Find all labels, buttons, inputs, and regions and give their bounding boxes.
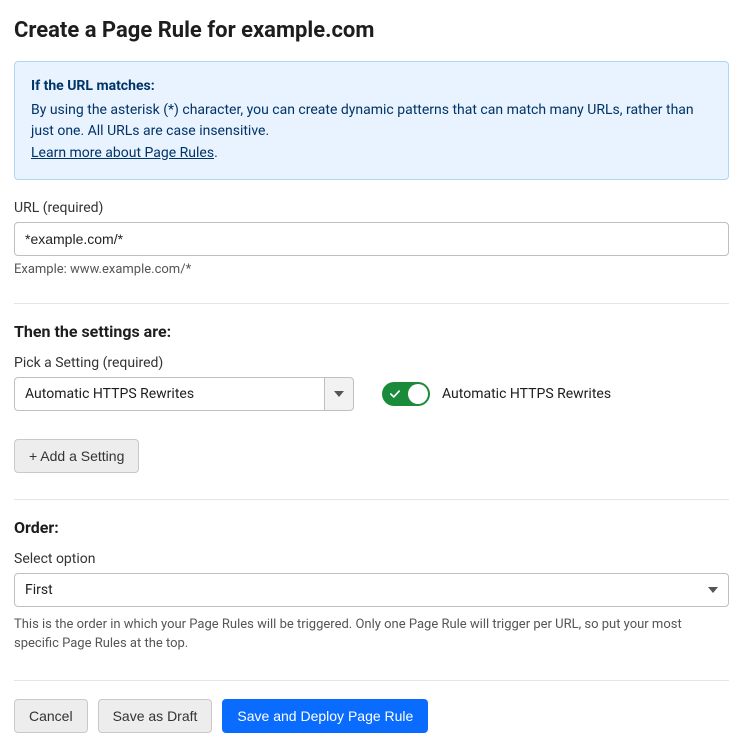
divider: [14, 303, 729, 304]
order-select-label: Select option: [14, 551, 729, 567]
info-suffix: .: [214, 145, 218, 161]
url-label: URL (required): [14, 200, 729, 216]
setting-picker-label: Pick a Setting (required): [14, 355, 729, 371]
url-example: Example: www.example.com/*: [14, 262, 729, 277]
order-select[interactable]: First: [14, 573, 729, 607]
info-heading: If the URL matches:: [31, 76, 712, 98]
setting-select-value: Automatic HTTPS Rewrites: [14, 377, 324, 411]
info-body: By using the asterisk (*) character, you…: [31, 100, 712, 143]
divider: [14, 680, 729, 681]
toggle-knob: [408, 384, 428, 404]
setting-select[interactable]: Automatic HTTPS Rewrites: [14, 377, 354, 411]
https-rewrites-toggle[interactable]: [382, 382, 430, 406]
action-buttons: Cancel Save as Draft Save and Deploy Pag…: [14, 699, 729, 733]
order-description: This is the order in which your Page Rul…: [14, 615, 729, 654]
add-setting-button[interactable]: + Add a Setting: [14, 439, 139, 473]
info-banner: If the URL matches: By using the asteris…: [14, 61, 729, 180]
check-icon: [390, 389, 400, 399]
caret-down-icon: [708, 587, 718, 593]
divider: [14, 499, 729, 500]
order-select-value: First: [25, 582, 53, 598]
toggle-label: Automatic HTTPS Rewrites: [442, 386, 611, 402]
page-title: Create a Page Rule for example.com: [14, 18, 729, 43]
learn-more-link[interactable]: Learn more about Page Rules: [31, 145, 214, 161]
order-heading: Order:: [14, 518, 729, 537]
setting-select-trigger[interactable]: [324, 377, 354, 411]
url-input[interactable]: [14, 222, 729, 256]
save-deploy-button[interactable]: Save and Deploy Page Rule: [222, 699, 428, 733]
save-draft-button[interactable]: Save as Draft: [98, 699, 213, 733]
settings-heading: Then the settings are:: [14, 322, 729, 341]
caret-down-icon: [334, 391, 344, 397]
cancel-button[interactable]: Cancel: [14, 699, 88, 733]
